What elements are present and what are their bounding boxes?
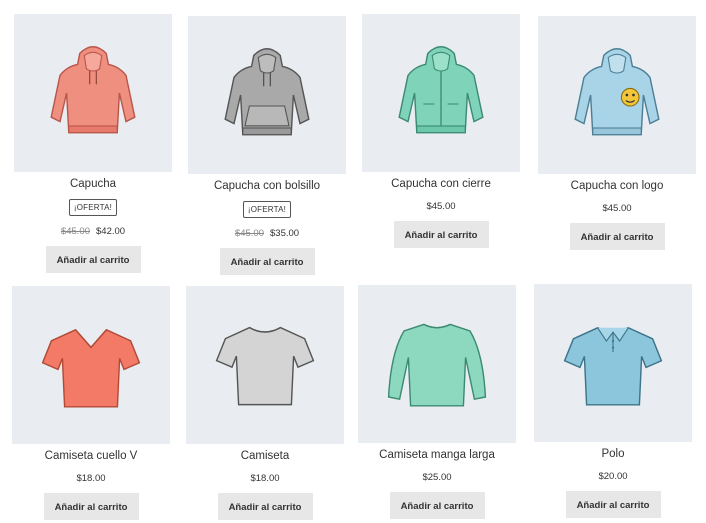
- product-price: $18.00: [12, 473, 170, 485]
- add-to-cart-button[interactable]: Añadir al carrito: [43, 493, 139, 520]
- product-image[interactable]: [12, 286, 170, 444]
- product-price: $45.00: [538, 203, 696, 215]
- product-price: $18.00: [186, 473, 344, 485]
- product-title[interactable]: Camiseta cuello V: [12, 450, 170, 465]
- product-image[interactable]: [188, 16, 346, 174]
- product-price: $45.00 $35.00: [188, 228, 346, 240]
- product-price: $25.00: [358, 472, 516, 484]
- product-image[interactable]: [186, 286, 344, 444]
- add-to-cart-button[interactable]: Añadir al carrito: [217, 493, 313, 520]
- product-card: Capucha con cierre $45.00 Añadir al carr…: [362, 14, 520, 248]
- add-to-cart-button[interactable]: Añadir al carrito: [45, 246, 141, 273]
- sale-price: $42.00: [96, 226, 126, 237]
- add-to-cart-button[interactable]: Añadir al carrito: [393, 221, 489, 248]
- tshirt-icon: [215, 326, 315, 406]
- sale-badge: ¡OFERTA!: [242, 201, 292, 218]
- product-card: Camiseta $18.00 Añadir al carrito: [186, 286, 344, 520]
- longsleeve-icon: [387, 323, 487, 407]
- regular-price: $45.00: [426, 201, 456, 212]
- old-price: $45.00: [234, 228, 264, 239]
- old-price: $45.00: [60, 226, 90, 237]
- product-image[interactable]: [538, 16, 696, 174]
- hoodie-pocket-icon: [224, 48, 310, 136]
- zip-hoodie-icon: [398, 46, 484, 134]
- product-image[interactable]: [14, 14, 172, 172]
- product-card: Camiseta manga larga $25.00 Añadir al ca…: [358, 285, 516, 519]
- product-card: Capucha con logo $45.00 Añadir al carrit…: [538, 16, 696, 250]
- sale-badge: ¡OFERTA!: [68, 199, 118, 216]
- product-title[interactable]: Capucha: [14, 178, 172, 193]
- product-title[interactable]: Capucha con bolsillo: [188, 180, 346, 195]
- product-price: $20.00: [534, 471, 692, 483]
- product-image[interactable]: [534, 284, 692, 442]
- product-card: Camiseta cuello V $18.00 Añadir al carri…: [12, 286, 170, 520]
- product-title[interactable]: Capucha con logo: [538, 180, 696, 195]
- product-price: $45.00 $42.00: [14, 226, 172, 238]
- product-image[interactable]: [358, 285, 516, 443]
- add-to-cart-button[interactable]: Añadir al carrito: [219, 248, 315, 275]
- hoodie-icon: [50, 46, 136, 134]
- regular-price: $20.00: [598, 471, 628, 482]
- regular-price: $18.00: [76, 473, 106, 484]
- product-image[interactable]: [362, 14, 520, 172]
- product-title[interactable]: Capucha con cierre: [362, 178, 520, 193]
- regular-price: $18.00: [250, 473, 280, 484]
- product-card: Capucha con bolsillo ¡OFERTA! $45.00 $35.…: [188, 16, 346, 275]
- product-title[interactable]: Polo: [534, 448, 692, 463]
- add-to-cart-button[interactable]: Añadir al carrito: [569, 223, 665, 250]
- add-to-cart-button[interactable]: Añadir al carrito: [389, 492, 485, 519]
- product-title[interactable]: Camiseta manga larga: [358, 449, 516, 464]
- vneck-tshirt-icon: [41, 328, 141, 408]
- product-card: Polo $20.00 Añadir al carrito: [534, 284, 692, 518]
- product-price: $45.00: [362, 201, 520, 213]
- product-card: Capucha ¡OFERTA! $45.00 $42.00 Añadir al …: [14, 14, 172, 273]
- polo-icon: [563, 327, 663, 406]
- product-title[interactable]: Camiseta: [186, 450, 344, 465]
- regular-price: $45.00: [602, 203, 632, 214]
- regular-price: $25.00: [422, 472, 452, 483]
- sale-price: $35.00: [270, 228, 300, 239]
- hoodie-logo-icon: [574, 48, 660, 136]
- add-to-cart-button[interactable]: Añadir al carrito: [565, 491, 661, 518]
